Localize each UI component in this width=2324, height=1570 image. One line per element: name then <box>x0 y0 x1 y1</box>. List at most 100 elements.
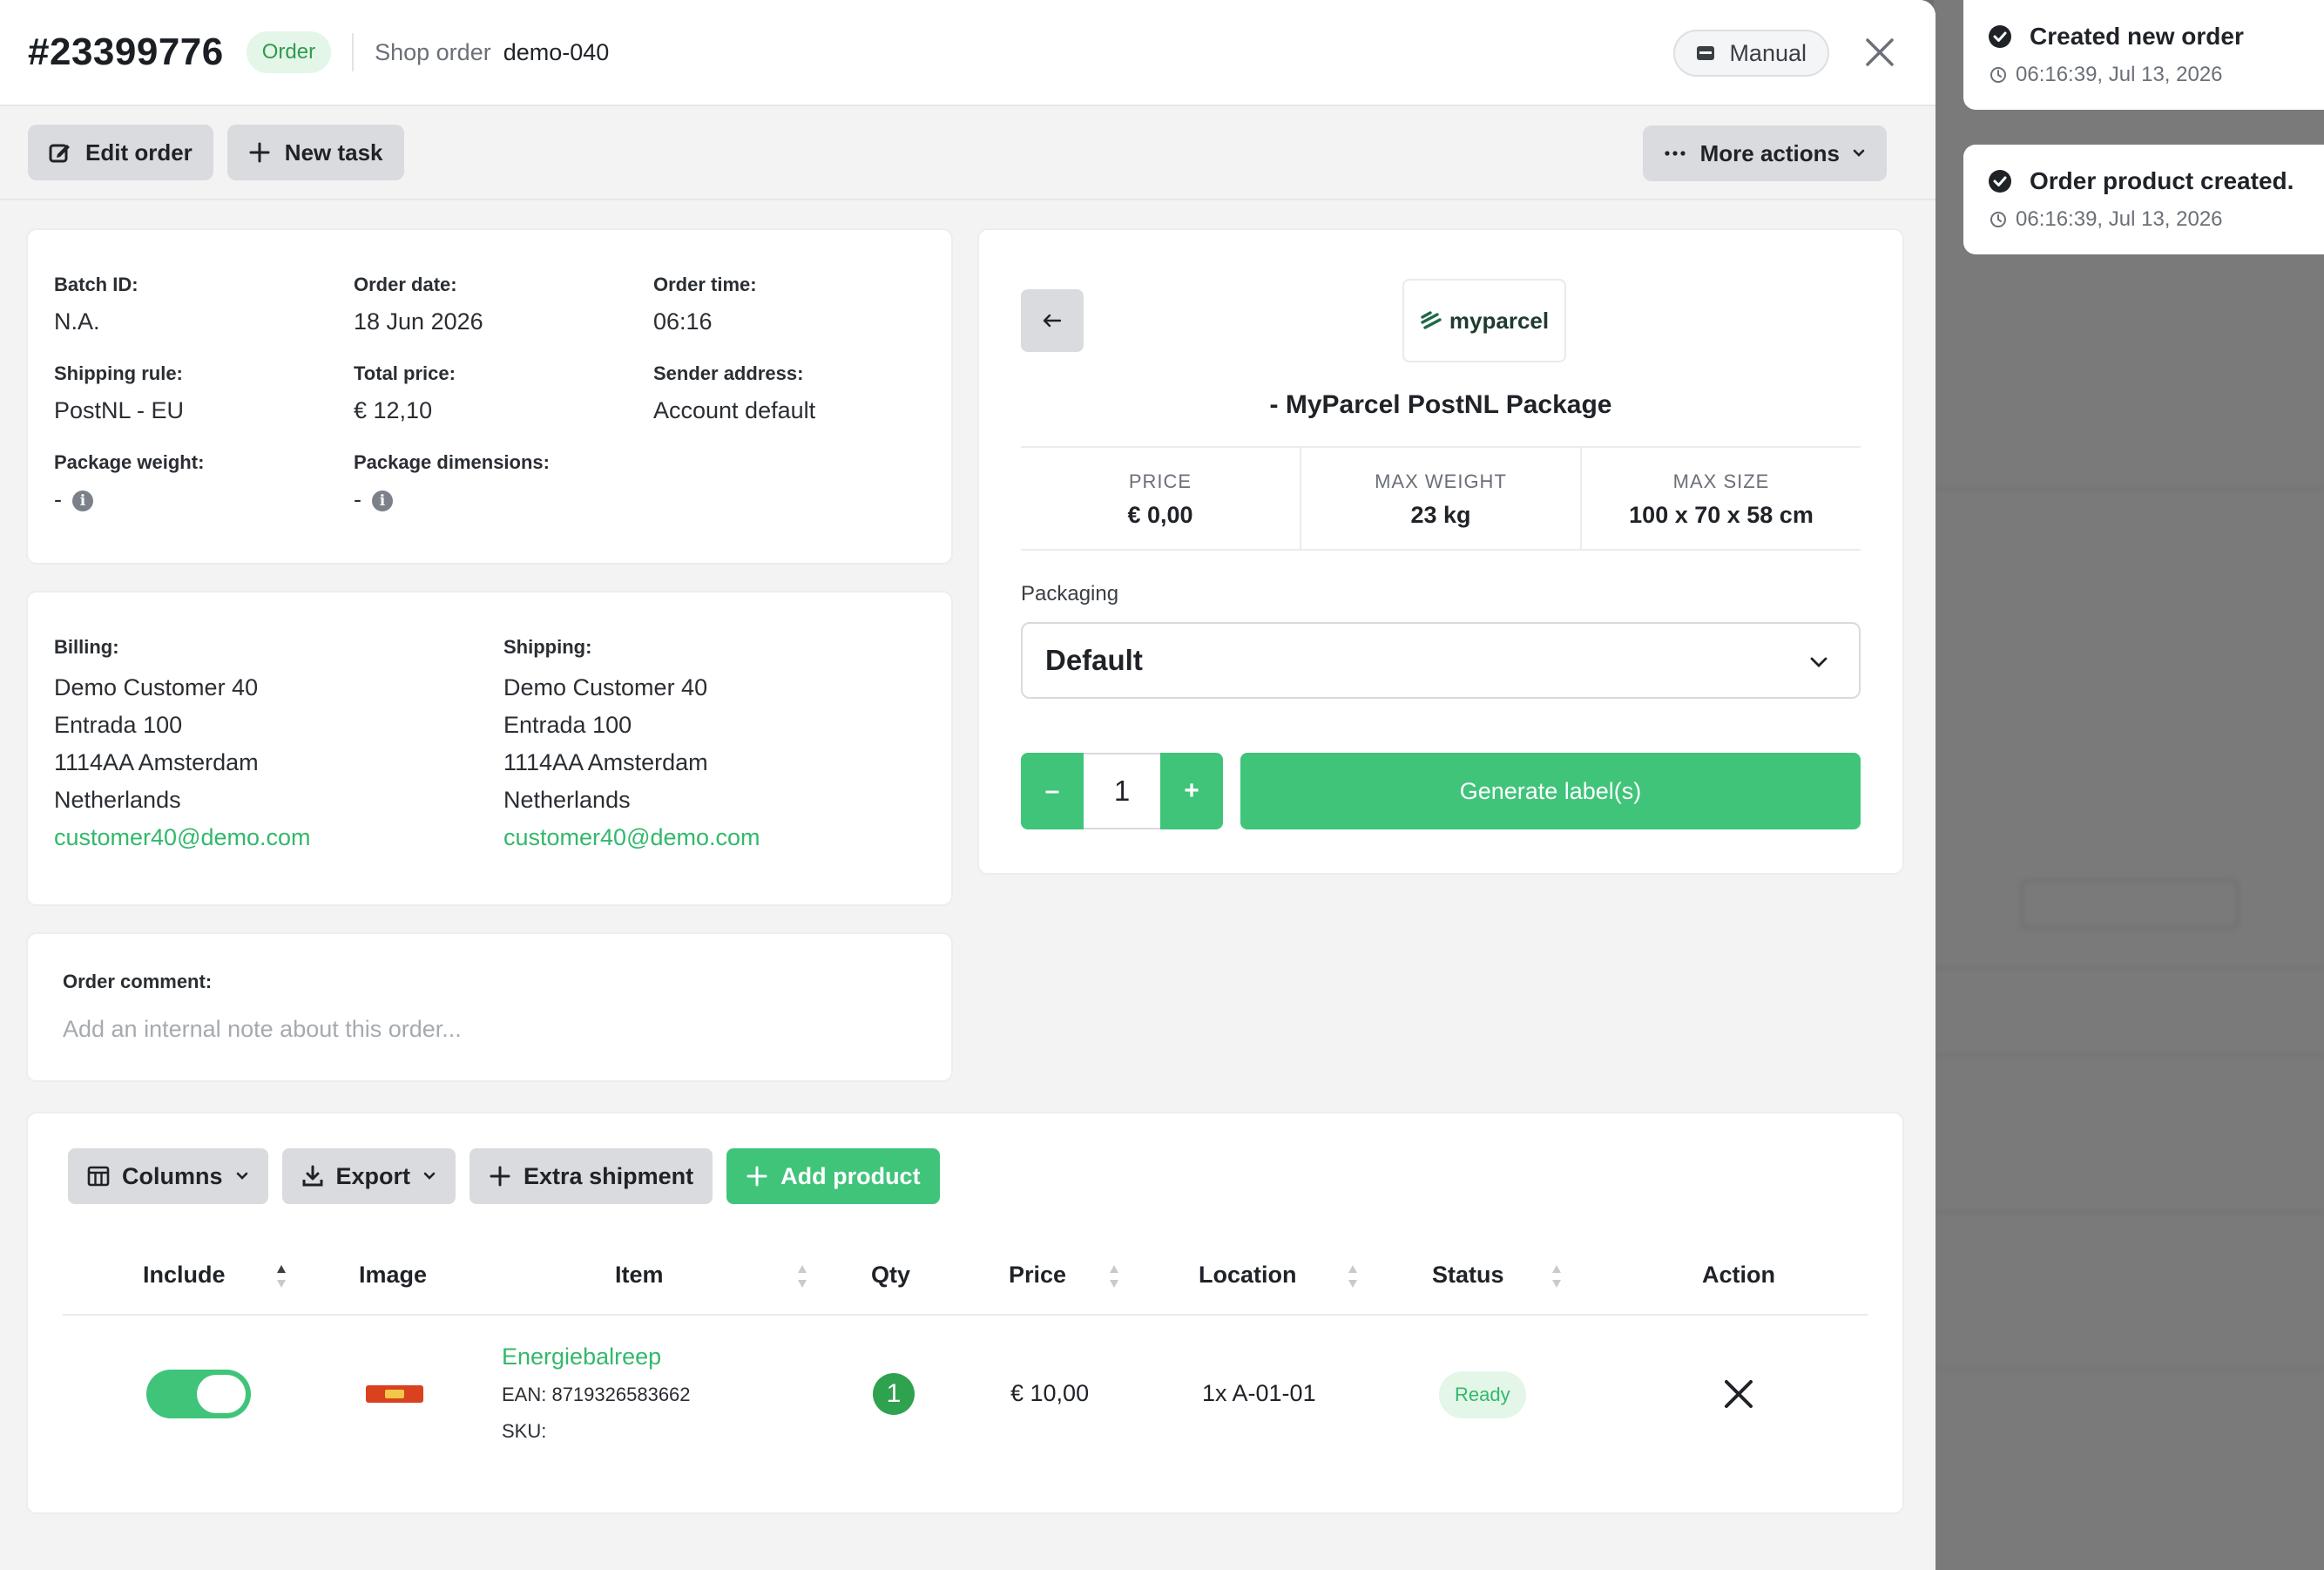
quantity-badge: 1 <box>873 1373 915 1415</box>
sender-address-value: Account default <box>653 397 816 423</box>
plus-icon <box>249 142 270 163</box>
clock-icon <box>1990 212 2006 227</box>
new-task-button[interactable]: New task <box>226 125 404 180</box>
product-location: 1x A-01-01 <box>1202 1380 1316 1406</box>
order-modal: #23399776 Order Shop order demo-040 Manu… <box>0 0 1936 1570</box>
label-quantity-input[interactable]: 1 <box>1084 753 1160 829</box>
column-header-item[interactable]: Item <box>615 1262 664 1289</box>
shipping-rule-value: PostNL - EU <box>54 397 185 423</box>
toast-time: 06:16:39, Jul 13, 2026 <box>1988 207 2314 232</box>
billing-country: Netherlands <box>54 787 181 813</box>
sort-icon[interactable] <box>1550 1263 1563 1289</box>
order-comment-input[interactable]: Add an internal note about this order... <box>63 1016 462 1043</box>
edit-order-label: Edit order <box>85 139 193 166</box>
product-name-link[interactable]: Energiebalreep <box>502 1343 661 1370</box>
myparcel-logo-icon <box>1421 311 1442 329</box>
toast-title-text: Order product created. <box>2030 167 2294 194</box>
check-circle-icon <box>1989 170 2011 193</box>
extra-shipment-button[interactable]: Extra shipment <box>470 1148 713 1204</box>
max-weight-value: 23 kg <box>1410 502 1471 528</box>
more-actions-button[interactable]: More actions <box>1642 125 1887 181</box>
sort-icon[interactable] <box>1347 1263 1359 1289</box>
export-button[interactable]: Export <box>281 1148 456 1204</box>
column-header-status[interactable]: Status <box>1432 1262 1504 1289</box>
include-toggle[interactable] <box>146 1370 251 1418</box>
shipping-city: 1114AA Amsterdam <box>503 749 708 775</box>
column-header-location[interactable]: Location <box>1199 1262 1297 1289</box>
sort-icon[interactable] <box>1108 1263 1120 1289</box>
shop-order-label: Shop order <box>375 38 491 65</box>
sort-icon[interactable] <box>275 1263 287 1289</box>
shipping-email-link[interactable]: customer40@demo.com <box>503 819 760 856</box>
close-icon[interactable] <box>1864 37 1895 68</box>
header-divider <box>352 33 355 71</box>
column-header-action: Action <box>1702 1262 1775 1288</box>
addresses-card: Billing: Demo Customer 40 Entrada 100 11… <box>26 591 953 906</box>
sort-icon[interactable] <box>796 1263 808 1289</box>
decrease-quantity-button[interactable]: – <box>1021 753 1084 829</box>
package-weight-field: -i <box>54 486 204 513</box>
add-product-button[interactable]: Add product <box>726 1148 940 1204</box>
order-date-label: Order date: <box>354 274 457 295</box>
package-dimensions-label: Package dimensions: <box>354 451 550 473</box>
total-price-value: € 12,10 <box>354 397 433 423</box>
products-table-header: Include Image Item Qty Price Location St… <box>63 1235 1868 1316</box>
ellipsis-icon <box>1665 151 1686 156</box>
order-details-card: Batch ID: N.A. Order date: 18 Jun 2026 O… <box>26 228 953 565</box>
add-product-label: Add product <box>780 1162 921 1189</box>
export-label: Export <box>335 1162 411 1189</box>
generate-labels-button[interactable]: Generate label(s) <box>1240 753 1861 829</box>
packaging-select[interactable]: Default <box>1021 622 1861 699</box>
edit-icon <box>49 144 70 163</box>
column-header-image: Image <box>359 1262 428 1288</box>
columns-button[interactable]: Columns <box>68 1148 268 1204</box>
label-quantity-row: – 1 + Generate label(s) <box>1021 753 1861 829</box>
billing-street: Entrada 100 <box>54 712 183 738</box>
chevron-down-icon <box>1853 149 1865 157</box>
packaging-selected-value: Default <box>1045 644 1143 676</box>
columns-label: Columns <box>122 1162 223 1189</box>
price-stat: PRICE € 0,00 <box>1021 448 1301 549</box>
shipping-rule-label: Shipping rule: <box>54 362 183 384</box>
download-icon <box>302 1165 323 1187</box>
column-header-price[interactable]: Price <box>1009 1262 1066 1289</box>
order-comment-label: Order comment: <box>63 971 213 992</box>
toast-time: 06:16:39, Jul 13, 2026 <box>1988 63 2314 87</box>
carrier-service-name: - MyParcel PostNL Package <box>1269 390 1612 419</box>
carrier-logo: myparcel <box>1402 279 1566 362</box>
billing-name: Demo Customer 40 <box>54 674 259 700</box>
carrier-stats: PRICE € 0,00 MAX WEIGHT 23 kg MAX SIZE 1… <box>1021 446 1861 551</box>
shipping-street: Entrada 100 <box>503 712 632 738</box>
max-size-value: 100 x 70 x 58 cm <box>1629 502 1814 528</box>
shipping-country: Netherlands <box>503 787 631 813</box>
shop-order-value: demo-040 <box>503 38 610 65</box>
action-toolbar: Edit order New task More actions <box>0 106 1936 200</box>
info-icon[interactable]: i <box>372 490 393 511</box>
remove-product-icon[interactable] <box>1723 1378 1754 1410</box>
price-stat-label: PRICE <box>1128 470 1192 492</box>
toast-title: Order product created. <box>1988 167 2314 195</box>
source-pill: Manual <box>1673 30 1829 77</box>
package-dimensions-value: - <box>354 486 361 512</box>
order-type-badge: Order <box>246 31 332 73</box>
shipping-address: Demo Customer 40 Entrada 100 1114AA Amst… <box>503 669 760 856</box>
column-header-include[interactable]: Include <box>143 1262 226 1289</box>
packaging-label: Packaging <box>1021 582 1119 606</box>
billing-address: Demo Customer 40 Entrada 100 1114AA Amst… <box>54 669 311 856</box>
max-weight-label: MAX WEIGHT <box>1375 470 1507 492</box>
increase-quantity-button[interactable]: + <box>1160 753 1223 829</box>
shipping-name: Demo Customer 40 <box>503 674 708 700</box>
batch-id-label: Batch ID: <box>54 274 138 295</box>
back-button[interactable] <box>1021 289 1084 352</box>
price-stat-value: € 0,00 <box>1127 502 1193 528</box>
max-size-stat: MAX SIZE 100 x 70 x 58 cm <box>1582 448 1861 549</box>
table-row: Energiebalreep EAN: 8719326583662 SKU: 1… <box>63 1317 1868 1474</box>
check-circle-icon <box>1989 25 2011 48</box>
shipping-label: Shipping: <box>503 636 592 658</box>
toast-title-text: Created new order <box>2030 23 2244 50</box>
toast-title: Created new order <box>1988 23 2314 51</box>
edit-order-button[interactable]: Edit order <box>28 125 213 180</box>
order-time-label: Order time: <box>653 274 757 295</box>
info-icon[interactable]: i <box>72 490 93 511</box>
billing-email-link[interactable]: customer40@demo.com <box>54 819 311 856</box>
